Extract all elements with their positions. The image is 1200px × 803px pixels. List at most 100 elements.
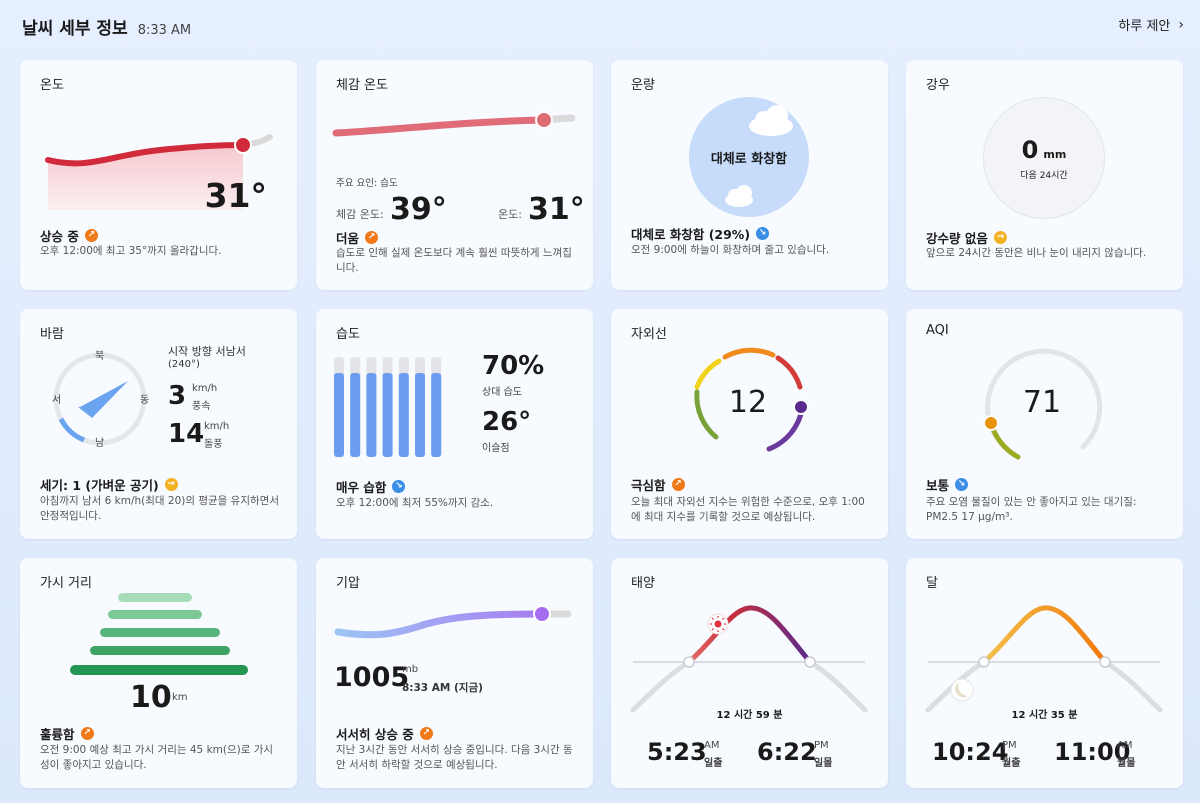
status-label: 상승 중 — [40, 229, 79, 244]
trend-flat-icon: → — [164, 478, 178, 491]
moonrise-time: 10:24 — [932, 738, 1009, 766]
rain-desc: 앞으로 24시간 동안은 비나 눈이 내리지 않습니다. — [926, 247, 1147, 259]
pressure-card[interactable]: 기압 1005 mb 8:33 AM (지금) 서서히 상승 중 ↗ 지난 3시… — [316, 558, 593, 788]
trend-flat-icon: → — [993, 231, 1007, 244]
trend-down-icon: ↘ — [392, 480, 406, 493]
visibility-desc: 오전 9:00 예상 최고 가시 거리는 45 km(으)로 가시성이 좋아지고… — [40, 744, 274, 771]
feels-factor: 주요 요인: 습도 — [336, 178, 398, 189]
wind-status: 세기: 1 (가벼운 공기) → — [40, 475, 178, 494]
status-label: 훌륭함 — [40, 727, 75, 742]
wind-gust-unit: km/h — [204, 421, 230, 432]
humidity-bar-fill — [382, 373, 393, 457]
actual-temp-value: 31° — [528, 192, 585, 227]
cloud-cover-card[interactable]: 운량 대체로 화창함 대체로 화창함 (29%) ↘ 오전 9:00에 하늘이 … — [611, 60, 888, 290]
moonset-ampm: AM — [1117, 740, 1133, 751]
wind-speed: 3 — [168, 381, 187, 411]
trend-up-icon: ↗ — [671, 478, 685, 491]
dew-point-label: 이슬점 — [482, 443, 510, 454]
humidity-status: 매우 습함 ↘ — [336, 477, 406, 496]
trend-up-icon: ↗ — [365, 231, 379, 244]
status-label: 강수량 없음 — [926, 231, 988, 246]
uv-card[interactable]: 자외선 12 극심함 ↗ 오늘 최대 자외선 지수는 위험한 수준으로, 오후 … — [611, 309, 888, 539]
aqi-desc: 주요 오염 물질이 있는 안 좋아지고 있는 대기질: PM2.5 17 μg/… — [926, 496, 1137, 523]
precipitation-card[interactable]: 강우 0 mm 다음 24시간 강수량 없음 → 앞으로 24시간 동안은 비나… — [906, 60, 1183, 290]
card-title: 강우 — [926, 78, 950, 93]
moonrise-label: 월출 — [1002, 758, 1021, 769]
status-label: 보통 — [926, 478, 950, 493]
visibility-status: 훌륭함 ↗ — [40, 724, 94, 743]
rain-value: 0 — [1021, 136, 1039, 164]
wind-card[interactable]: 바람 북 남 서 동 시작 방향 서남서 (240°) 3 km/h 풍속 14… — [20, 309, 297, 539]
sunset-time: 6:22 — [757, 738, 817, 766]
aqi-status: 보통 ↘ — [926, 475, 969, 494]
compass-west: 서 — [52, 395, 62, 406]
compass-north: 북 — [95, 351, 105, 362]
daily-suggestion-link[interactable]: 하루 제안 › — [1118, 15, 1184, 35]
trend-down-icon: ↘ — [756, 227, 770, 240]
wind-from: 시작 방향 서남서 — [168, 345, 246, 358]
status-label: 더움 — [336, 231, 360, 246]
moonrise-ampm: PM — [1002, 740, 1017, 751]
relative-humidity-value: 70% — [482, 351, 545, 381]
wind-speed-unit: km/h — [192, 383, 218, 394]
moon-duration: 12 시간 35 분 — [1011, 710, 1078, 721]
wind-degrees: (240°) — [168, 359, 200, 370]
compass-south: 남 — [95, 438, 105, 449]
feels-like-card[interactable]: 체감 온도 주요 요인: 습도 체감 온도: 39° 온도: 31° 더움 ↗ … — [316, 60, 593, 290]
pressure-status: 서서히 상승 중 ↗ — [336, 724, 433, 743]
humidity-bar-fill — [366, 373, 377, 457]
trend-up-icon: ↗ — [419, 727, 433, 740]
status-label: 매우 습함 — [336, 480, 387, 495]
sunset-label: 일몰 — [814, 758, 833, 769]
wind-gust-label: 돌풍 — [204, 439, 223, 450]
temperature-status: 상승 중 ↗ — [40, 226, 98, 245]
humidity-desc: 오후 12:00에 최저 55%까지 감소. — [336, 497, 494, 509]
humidity-card[interactable]: 습도 70% 상대 습도 26° 이슬점 매우 습함 ↘ 오후 12:00에 최… — [316, 309, 593, 539]
sunrise-label: 일출 — [704, 758, 723, 769]
status-label: 세기: 1 (가벼운 공기) — [40, 478, 159, 493]
wind-desc: 아침까지 남서 6 km/h(최대 20)의 평균을 유지하면서 안정적입니다. — [40, 495, 279, 522]
humidity-bar-fill — [431, 373, 442, 457]
sunrise-ampm: AM — [704, 740, 720, 751]
rain-status: 강수량 없음 → — [926, 228, 1007, 247]
humidity-bar-fill — [350, 373, 361, 457]
humidity-bar-fill — [334, 373, 344, 457]
page-title: 날씨 세부 정보 — [22, 19, 128, 39]
temperature-value: 31° — [204, 176, 267, 215]
sunrise-time: 5:23 — [647, 738, 707, 766]
visibility-card[interactable]: 가시 거리 10 km 훌륭함 ↗ 오전 9:00 예상 최고 가시 거리는 4… — [20, 558, 297, 788]
temperature-card[interactable]: 온도 31° 상승 중 ↗ 오후 12:00에 최고 35°까지 올라갑니다. — [20, 60, 297, 290]
aqi-card[interactable]: AQI 71 보통 ↘ 주요 오염 물질이 있는 안 좋아지고 있는 대기질: … — [906, 309, 1183, 539]
rain-period: 다음 24시간 — [1020, 171, 1068, 181]
trend-up-icon: ↗ — [84, 229, 98, 242]
status-label: 극심함 — [631, 478, 666, 493]
chevron-right-icon: › — [1178, 16, 1184, 33]
moon-card[interactable]: 달 12 시간 35 분 10:24 PM 월출 11:00 AM 월몰 — [906, 558, 1183, 788]
cloud-center-label: 대체로 화창함 — [710, 152, 788, 167]
uv-desc: 오늘 최대 자외선 지수는 위험한 수준으로, 오후 1:00에 최대 지수를 … — [631, 496, 865, 523]
header-time: 8:33 AM — [137, 23, 192, 38]
visibility-value: 10 — [130, 680, 172, 715]
trend-up-icon: ↗ — [80, 727, 94, 740]
sun-duration: 12 시간 59 분 — [716, 710, 783, 721]
uv-status: 극심함 ↗ — [631, 475, 685, 494]
sun-card[interactable]: 태양 12 시간 59 분 5:23 AM 일출 6:22 PM 일몰 — [611, 558, 888, 788]
status-label: 서서히 상승 중 — [336, 727, 414, 742]
precipitation-amount: 0 mm — [983, 136, 1105, 164]
cloud-status: 대체로 화창함 (29%) ↘ — [631, 224, 770, 243]
pressure-desc: 지난 3시간 동안 서서히 상승 중입니다. 다음 3시간 동안 서서히 하락할… — [336, 744, 573, 771]
compass-east: 동 — [140, 395, 150, 406]
header: 날씨 세부 정보 8:33 AM — [22, 14, 191, 39]
feels-label: 체감 온도: — [336, 208, 384, 221]
humidity-bar-fill — [415, 373, 425, 457]
suggest-label: 하루 제안 — [1118, 19, 1171, 34]
cloud-desc: 오전 9:00에 하늘이 화창하며 줄고 있습니다. — [631, 244, 830, 256]
temperature-desc: 오후 12:00에 최고 35°까지 올라갑니다. — [40, 245, 222, 257]
aqi-value: 71 — [1022, 385, 1062, 420]
humidity-bar-fill — [398, 373, 409, 457]
visibility-unit: km — [172, 692, 188, 703]
actual-temp-label: 온도: — [498, 208, 522, 221]
wind-speed-label: 풍속 — [192, 401, 211, 412]
moonset-label: 월몰 — [1117, 758, 1136, 769]
feels-value: 39° — [390, 192, 447, 227]
